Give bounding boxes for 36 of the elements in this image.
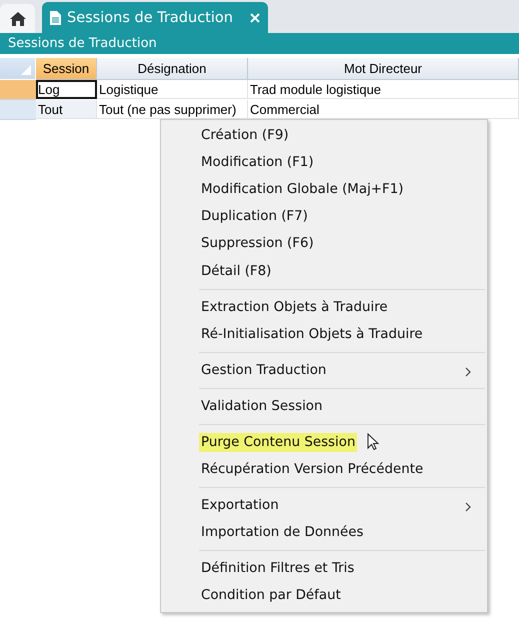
menu-item[interactable]: Gestion Traduction bbox=[199, 360, 328, 380]
document-icon bbox=[50, 10, 61, 24]
menu-item[interactable]: Duplication (F7) bbox=[199, 207, 310, 226]
table-cell: Tout bbox=[36, 100, 97, 119]
home-tab[interactable] bbox=[0, 4, 35, 33]
menu-item[interactable]: Création (F9) bbox=[199, 126, 291, 146]
column-header[interactable]: Session bbox=[36, 58, 97, 80]
menu-item[interactable]: Condition par Défaut bbox=[199, 586, 343, 606]
column-header[interactable]: Désignation bbox=[97, 58, 248, 80]
menu-item[interactable]: Ré-Initialisation Objets à Traduire bbox=[199, 324, 425, 344]
menu-item[interactable]: Modification Globale (Maj+F1) bbox=[199, 180, 406, 200]
menu-item[interactable]: Détail (F8) bbox=[199, 262, 274, 281]
row-indicator[interactable] bbox=[0, 80, 36, 100]
home-icon bbox=[10, 12, 26, 26]
menu-item[interactable]: Suppression (F6) bbox=[199, 234, 316, 254]
corner-cell[interactable] bbox=[0, 58, 36, 79]
menu-item[interactable]: Purge Contenu Session bbox=[199, 432, 358, 452]
column-header[interactable]: Mot Directeur bbox=[248, 58, 519, 80]
table-cell: Logistique bbox=[97, 80, 248, 99]
menu-item[interactable]: Extraction Objets à Traduire bbox=[199, 298, 390, 317]
table-cell: Log bbox=[36, 80, 97, 99]
tab-label: Sessions de Traduction bbox=[67, 10, 234, 26]
document-tab[interactable]: Sessions de Traduction bbox=[42, 2, 268, 33]
menu-item[interactable]: Modification (F1) bbox=[199, 153, 316, 172]
table-cell: Commercial bbox=[248, 100, 519, 119]
menu-item[interactable]: Importation de Données bbox=[199, 523, 366, 542]
close-icon[interactable] bbox=[250, 12, 260, 22]
menu-item[interactable]: Définition Filtres et Tris bbox=[199, 559, 356, 578]
menu-item[interactable]: Récupération Version Précédente bbox=[199, 460, 426, 480]
table-cell: Tout (ne pas supprimer) bbox=[97, 100, 248, 119]
menu-item[interactable]: Exportation bbox=[199, 496, 281, 516]
table-cell: Trad module logistique bbox=[248, 80, 519, 99]
window-title: Sessions de Traduction bbox=[0, 33, 519, 54]
row-indicator[interactable] bbox=[0, 100, 36, 120]
triangle-icon bbox=[21, 65, 31, 75]
menu-item[interactable]: Validation Session bbox=[199, 396, 324, 416]
